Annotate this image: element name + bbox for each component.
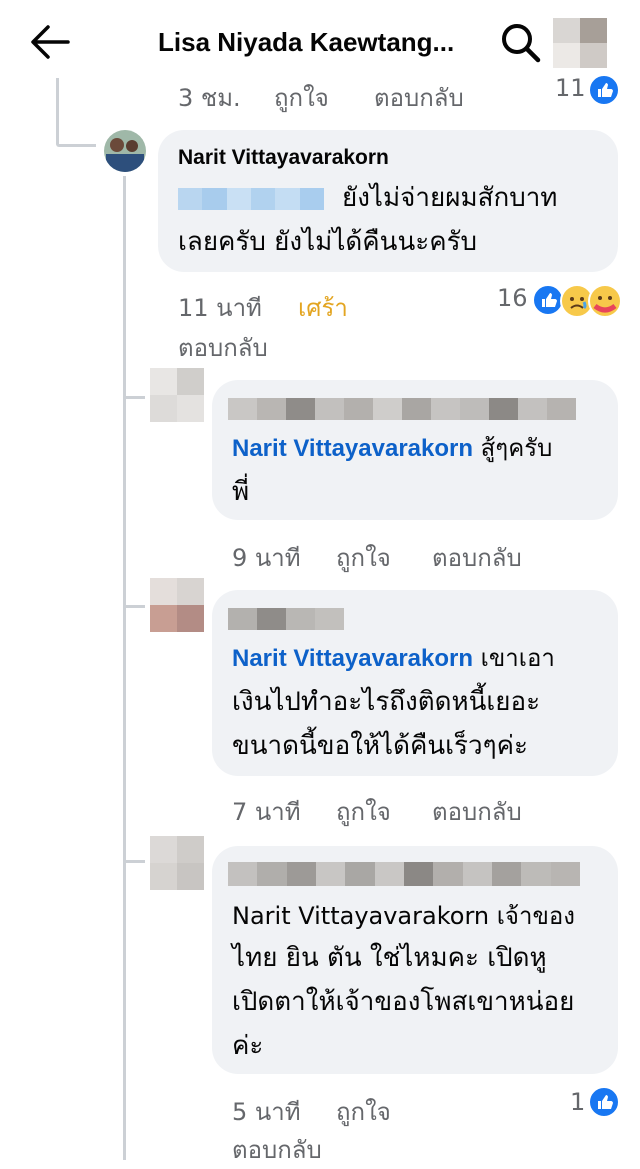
reply-button[interactable]: ตอบกลับ <box>432 792 522 831</box>
timestamp: 7 นาที <box>232 798 301 826</box>
avatar[interactable] <box>150 578 204 632</box>
thread-connector <box>123 860 145 863</box>
comment-text: พี่ <box>232 477 250 507</box>
comment-meta: 3 ชม. ถูกใจ ตอบกลับ <box>178 78 498 112</box>
timestamp: 11 นาที <box>178 294 262 322</box>
blurred-author <box>228 862 580 886</box>
timestamp: 5 นาที <box>232 1098 301 1126</box>
reply-button[interactable]: ตอบกลับ <box>178 328 268 367</box>
avatar[interactable] <box>104 130 146 172</box>
reply-button[interactable]: ตอบกลับ <box>232 1130 322 1169</box>
comment-author[interactable]: Narit Vittayavarakorn <box>178 146 389 170</box>
comment-text: เปิดตาให้เจ้าของโพสเขาหน่อย <box>232 987 575 1017</box>
mention-link[interactable]: Narit Vittayavarakorn <box>232 645 473 672</box>
blurred-author <box>228 608 344 630</box>
back-arrow-icon[interactable] <box>28 22 72 62</box>
comment-text: เลยครับ ยังไม่ได้คืนนะครับ <box>178 227 478 257</box>
care-icon <box>588 284 622 318</box>
comment-meta: 11 นาที เศร้า <box>178 288 478 322</box>
comment-bubble: Narit Vittayavarakorn เจ้าของ ไทย ยิน ตั… <box>212 846 618 1074</box>
timestamp: 3 ชม. <box>178 84 241 112</box>
mention-link[interactable]: Narit Vittayavarakorn <box>232 435 473 462</box>
thread-line <box>123 176 126 1160</box>
like-button[interactable]: ถูกใจ <box>336 792 391 831</box>
blurred-author <box>228 398 576 420</box>
comment-text: Narit Vittayavarakorn เขาเอา <box>232 636 555 681</box>
reaction-button-sad[interactable]: เศร้า <box>298 288 348 327</box>
like-icon <box>588 1086 620 1118</box>
like-button[interactable]: ถูกใจ <box>336 1092 391 1131</box>
like-button[interactable]: ถูกใจ <box>336 538 391 577</box>
comment-meta: 5 นาที ถูกใจ <box>232 1092 532 1126</box>
comment-text: ค่ะ <box>232 1031 264 1061</box>
comment-text: ไทย ยิน ตัน ใช่ไหมคะ เปิดหู <box>232 943 547 973</box>
comment-text: ยังไม่จ่ายผมสักบาท <box>342 183 558 213</box>
reply-button[interactable]: ตอบกลับ <box>374 78 464 117</box>
thread-connector <box>56 144 96 147</box>
avatar[interactable] <box>150 836 204 890</box>
comment-meta: 7 นาที ถูกใจ ตอบกลับ <box>232 792 552 826</box>
reaction-count: 11 <box>555 74 586 102</box>
comment-text: เงินไปทำอะไรถึงติดหนี้เยอะ <box>232 687 541 717</box>
search-icon[interactable] <box>498 20 542 64</box>
comment-text: Narit Vittayavarakorn สู้ๆครับ <box>232 426 552 471</box>
like-icon <box>588 74 620 106</box>
comment-text-after: เขาเอา <box>480 644 555 672</box>
comment-bubble: Narit Vittayavarakorn สู้ๆครับ พี่ <box>212 380 618 520</box>
reaction-count: 1 <box>570 1088 586 1116</box>
reply-button[interactable]: ตอบกลับ <box>432 538 522 577</box>
comment-text: ขนาดนี้ขอให้ได้คืนเร็วๆค่ะ <box>232 731 528 761</box>
page-title: Lisa Niyada Kaewtang... <box>158 27 455 57</box>
comment-bubble: Narit Vittayavarakorn ยังไม่จ่ายผมสักบาท… <box>158 130 618 272</box>
timestamp: 9 นาที <box>232 544 301 572</box>
reaction-count: 16 <box>497 284 528 312</box>
comment-bubble: Narit Vittayavarakorn เขาเอา เงินไปทำอะไ… <box>212 590 618 776</box>
thread-connector <box>123 605 145 608</box>
comment-text-after: สู้ๆครับ <box>480 434 553 462</box>
comment-meta: 9 นาที ถูกใจ ตอบกลับ <box>232 538 552 572</box>
comment-text: Narit Vittayavarakorn เจ้าของ <box>232 902 576 930</box>
thread-connector <box>123 396 145 399</box>
thread-line <box>56 78 59 144</box>
blurred-mention <box>178 188 324 210</box>
avatar[interactable] <box>150 368 204 422</box>
like-button[interactable]: ถูกใจ <box>274 78 329 117</box>
profile-avatar[interactable] <box>553 18 607 68</box>
